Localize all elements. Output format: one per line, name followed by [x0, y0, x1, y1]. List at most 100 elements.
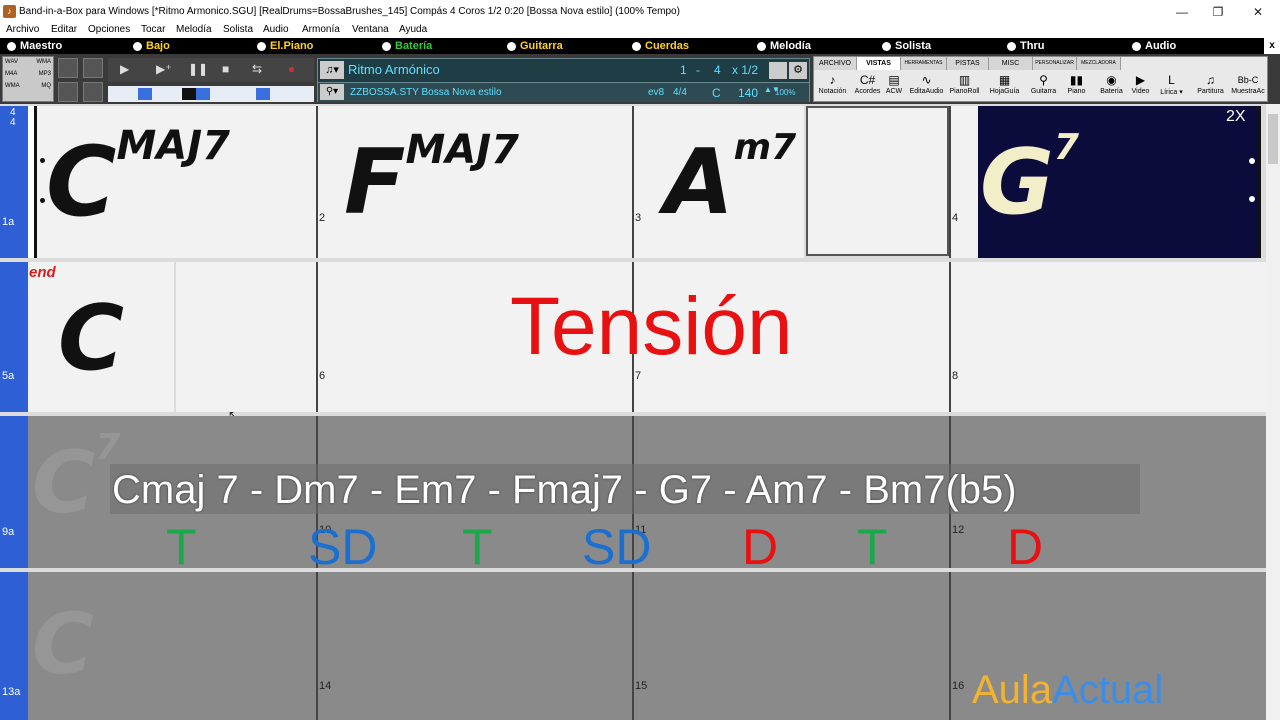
save-button[interactable]	[83, 58, 103, 78]
loop-icon[interactable]: ⇆	[252, 62, 262, 76]
score-icon: ♫	[1206, 73, 1215, 87]
chord-symbol[interactable]: CMAJ7	[46, 126, 230, 230]
chord-symbol[interactable]: Am7	[664, 130, 796, 228]
view-notacion-button[interactable]: ♪ Notación	[814, 72, 851, 102]
view-piano-button[interactable]: ▮▮ Piano	[1058, 72, 1095, 102]
tempo[interactable]: 140	[738, 86, 758, 100]
view-partitura-button[interactable]: ♫ Partitura	[1192, 72, 1229, 102]
track-maestro[interactable]: Maestro	[7, 40, 62, 52]
maximize-button[interactable]: ❐	[1200, 0, 1236, 24]
bar-number: 12	[952, 524, 965, 536]
measure-to[interactable]: 4	[714, 63, 721, 77]
bar-5-beat3[interactable]	[176, 262, 316, 412]
pause-icon[interactable]: ❚❚	[188, 62, 208, 76]
track-elpiano[interactable]: El.Piano	[257, 40, 313, 52]
part-marker-strip[interactable]	[108, 86, 314, 102]
chord-symbol[interactable]: FMAJ7	[344, 130, 519, 228]
track-guitarra[interactable]: Guitarra	[507, 40, 563, 52]
track-dot-icon	[382, 41, 391, 51]
close-button[interactable]: ✕	[1240, 0, 1276, 24]
menu-armonia[interactable]: Armonía	[302, 24, 340, 35]
chord-symbol[interactable]: G7	[980, 130, 1079, 228]
track-solista[interactable]: Solista	[882, 40, 931, 52]
bar-number: 16	[952, 680, 965, 692]
menu-solista[interactable]: Solista	[223, 24, 253, 35]
song-menu-icon[interactable]: ♫▾	[320, 61, 344, 79]
track-bajo[interactable]: Bajo	[133, 40, 170, 52]
menu-ventana[interactable]: Ventana	[352, 24, 389, 35]
chord-symbol[interactable]: C	[58, 294, 124, 384]
menu-audio[interactable]: Audio	[263, 24, 289, 35]
bar-8[interactable]	[951, 262, 1266, 412]
tab-personalizar[interactable]: PERSONALIZAR	[1033, 57, 1077, 70]
view-guitarra-button[interactable]: ⚲ Guitarra	[1025, 72, 1062, 102]
menu-ayuda[interactable]: Ayuda	[399, 24, 427, 35]
tab-herramentas[interactable]: HERRAMENTAS	[901, 57, 947, 70]
file-format-panel[interactable]: WAV WMA M4A MP3 WMA MQ	[2, 56, 54, 102]
track-audio[interactable]: Audio	[1132, 40, 1176, 52]
song-settings-icon[interactable]	[769, 62, 787, 79]
play-icon[interactable]: ▶	[120, 62, 129, 76]
format-label: WMA	[36, 59, 51, 65]
vertical-scrollbar[interactable]	[1266, 104, 1280, 720]
scrollbar-thumb[interactable]	[1268, 114, 1278, 164]
measure-from[interactable]: 1	[680, 63, 687, 77]
choruses[interactable]: x 1/2	[732, 63, 758, 77]
swing-setting[interactable]: ev8	[648, 87, 664, 98]
trackbar-close-button[interactable]: x	[1264, 38, 1280, 54]
tab-pistas[interactable]: PISTAS	[947, 57, 989, 70]
row-label: 13a	[2, 686, 21, 698]
menu-archivo[interactable]: Archivo	[6, 24, 39, 35]
view-muestraac-button[interactable]: Bb-C MuestraAc	[1228, 72, 1268, 102]
bar-4-lead[interactable]	[951, 106, 978, 258]
menu-opciones[interactable]: Opciones	[88, 24, 130, 35]
track-cuerdas[interactable]: Cuerdas	[632, 40, 689, 52]
barline	[632, 572, 634, 720]
key[interactable]: C	[712, 86, 721, 100]
format-label: WAV	[5, 59, 18, 65]
selected-cell[interactable]	[806, 106, 949, 256]
save-as-icon[interactable]	[83, 82, 103, 102]
view-label: Lírica ▾	[1160, 89, 1183, 96]
menu-editar[interactable]: Editar	[51, 24, 77, 35]
view-hojaguia-button[interactable]: ▦ HojaGuía	[986, 72, 1023, 102]
function-label: D	[742, 519, 779, 575]
barline	[949, 106, 951, 258]
play-from-icon[interactable]: ▶⁺	[156, 62, 172, 76]
track-label: El.Piano	[270, 40, 314, 52]
track-thru[interactable]: Thru	[1007, 40, 1044, 52]
menu-tocar[interactable]: Tocar	[141, 24, 165, 35]
open-button[interactable]	[58, 58, 78, 78]
view-editaaudio-button[interactable]: ∿ EditaAudio	[908, 72, 945, 102]
view-lirica-button[interactable]: L Lírica ▾	[1153, 72, 1190, 102]
track-label: Audio	[1145, 40, 1177, 52]
chord-symbol[interactable]: C	[32, 602, 94, 686]
record-icon[interactable]: ●	[288, 62, 295, 76]
tab-mezcladora[interactable]: MEZCLADORA	[1077, 57, 1121, 70]
disk-icon[interactable]	[58, 82, 78, 102]
gear-icon[interactable]: ⚙	[789, 62, 807, 79]
view-label: Batería	[1100, 88, 1123, 95]
view-acw-button[interactable]: ▤ ACW	[877, 72, 911, 102]
menu-melodia[interactable]: Melodía	[176, 24, 212, 35]
lyrics-icon: L	[1168, 73, 1175, 87]
tab-archivo[interactable]: ARCHIVO	[814, 57, 857, 70]
track-label: Cuerdas	[645, 40, 690, 52]
style-search-icon[interactable]: ⚲▾	[320, 84, 344, 100]
minimize-button[interactable]: —	[1164, 0, 1200, 24]
chord-symbol[interactable]: C7	[32, 430, 120, 527]
tempo-percent[interactable]: 100%	[775, 88, 795, 97]
view-pianoroll-button[interactable]: ▥ PianoRoll	[946, 72, 983, 102]
time-signature[interactable]: 4/4	[673, 87, 687, 98]
tab-misc[interactable]: MISC	[989, 57, 1033, 70]
track-bateria[interactable]: Batería	[382, 40, 432, 52]
barline	[316, 572, 318, 720]
style-file[interactable]: ZZBOSSA.STY Bossa Nova estilo	[350, 87, 502, 98]
tab-vistas[interactable]: VISTAS	[857, 57, 901, 70]
track-melodia[interactable]: Melodía	[757, 40, 811, 52]
format-label: WMA	[5, 83, 20, 89]
track-dot-icon	[133, 41, 142, 51]
song-title[interactable]: Ritmo Armónico	[348, 62, 440, 77]
stop-icon[interactable]: ■	[222, 62, 229, 76]
function-label: T	[462, 519, 493, 575]
